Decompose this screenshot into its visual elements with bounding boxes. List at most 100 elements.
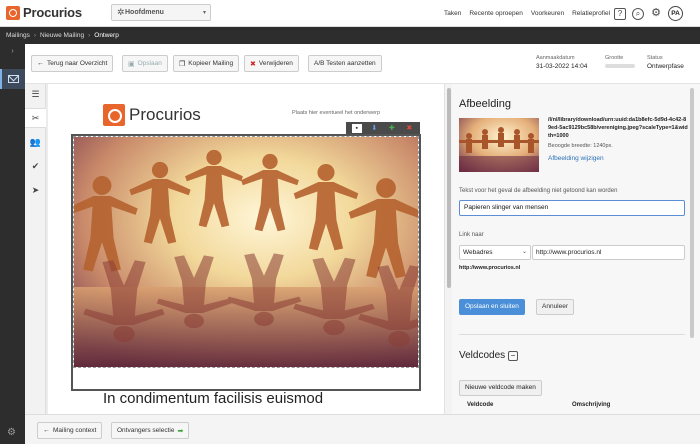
mailing-context-button[interactable]: ← Mailing context: [37, 422, 103, 439]
save-button[interactable]: ▣ Opslaan: [122, 55, 168, 72]
cancel-button[interactable]: Annuleer: [536, 299, 575, 315]
change-image-link[interactable]: Afbeelding wijzigen: [548, 155, 604, 162]
link-voorkeuren[interactable]: Voorkeuren: [531, 10, 564, 17]
brand-logo[interactable]: Procurios: [6, 5, 82, 20]
breadcrumb-new-mailing[interactable]: Nieuwe Mailing: [40, 32, 84, 39]
help-icon[interactable]: ?: [614, 7, 626, 20]
link-label: Link naar: [459, 232, 484, 238]
list-icon[interactable]: ☰: [25, 84, 46, 104]
arrow-right-icon: ➡: [177, 427, 184, 435]
panel-divider: [459, 334, 685, 335]
col-veldcode[interactable]: Veldcode: [459, 402, 572, 414]
image-url: /l/nl/library/download/urn:uuid:da1b8efc…: [548, 117, 688, 139]
link-preview: http://www.procurios.nl: [459, 265, 521, 271]
move-down-icon[interactable]: ⬇: [369, 124, 379, 133]
link-url-input[interactable]: http://www.procurios.nl: [532, 245, 685, 260]
panel-scroll-thumb[interactable]: [690, 88, 694, 338]
paper-chain-image[interactable]: [73, 136, 419, 368]
design-tools-icon[interactable]: ✂: [25, 108, 46, 128]
link-taken[interactable]: Taken: [444, 10, 461, 17]
mail-logo-text: Procurios: [129, 105, 201, 124]
main-menu-label: Hoofdmenu: [125, 9, 164, 16]
thumbnail-image: [459, 118, 539, 172]
recipients-selection-button[interactable]: Ontvangers selectie ➡: [111, 422, 190, 439]
created-meta: Aanmaakdatum 31-03-2022 14:04: [536, 55, 587, 70]
copy-icon: ❐: [179, 60, 186, 68]
ab-test-button[interactable]: A/B Testen aanzetten: [308, 55, 382, 72]
paper-chain-people-image: [74, 137, 418, 367]
image-properties-panel: Afbeelding /l/nl/library/download/urn:uu…: [452, 84, 700, 414]
back-label: Terug naar Overzicht: [47, 60, 108, 67]
created-value: 31-03-2022 14:04: [536, 63, 588, 70]
toolbar: ← Terug naar Overzicht ▣ Opslaan ❐ Kopie…: [25, 44, 700, 84]
size-progress-bar: [605, 64, 635, 68]
settings-gear-icon[interactable]: ⚙: [7, 427, 16, 438]
add-block-icon[interactable]: ✚: [387, 124, 397, 133]
required-width: Beoogde breedte: 1240px.: [548, 143, 613, 149]
delete-label: Verwijderen: [258, 60, 293, 67]
collapse-icon[interactable]: −: [508, 351, 518, 361]
image-edit-icon[interactable]: ▪: [351, 124, 362, 133]
mail-logo[interactable]: Procurios: [103, 104, 201, 126]
copy-mailing-button[interactable]: ❐ Kopieer Mailing: [173, 55, 240, 72]
canvas-scrollbar[interactable]: [444, 84, 452, 414]
envelope-icon: [8, 75, 19, 83]
clipboard-check-icon[interactable]: ✔: [25, 156, 46, 176]
search-icon[interactable]: ⌕: [632, 7, 644, 20]
remove-block-icon[interactable]: ✖: [404, 124, 414, 133]
editor-tool-strip: ☰ ✂ 👥 ✔ ➤: [25, 84, 46, 414]
left-rail: › ⚙: [0, 44, 25, 444]
fieldcodes-table-header: Veldcode Omschrijving: [459, 402, 685, 414]
breadcrumb-separator: ›: [33, 32, 37, 39]
status-meta: Status Ontwerpfase: [647, 55, 684, 70]
status-label: Status: [647, 55, 663, 61]
alt-text-input[interactable]: Papieren slinger van mensen: [459, 200, 685, 216]
arrow-left-icon: ←: [43, 427, 50, 434]
delete-button[interactable]: ✖ Verwijderen: [244, 55, 299, 72]
paper-plane-icon[interactable]: ➤: [25, 180, 46, 200]
chevron-down-icon: ⌄: [521, 249, 527, 255]
size-label: Grootte: [605, 55, 624, 61]
save-label: Opslaan: [137, 60, 162, 67]
floppy-disk-icon: ▣: [128, 60, 135, 68]
chevron-down-icon: ▾: [202, 10, 206, 16]
arrow-left-icon: ←: [37, 60, 44, 67]
panel-scrollbar[interactable]: [688, 84, 696, 414]
top-links: Taken Recente oproepen Voorkeuren Relati…: [444, 10, 610, 17]
avatar[interactable]: PA: [668, 6, 683, 21]
created-label: Aanmaakdatum: [536, 55, 575, 61]
col-omschrijving[interactable]: Omschrijving: [572, 402, 610, 414]
rail-item-mailings[interactable]: [0, 69, 25, 89]
expand-chevron-icon[interactable]: ›: [0, 44, 25, 59]
copy-label: Kopieer Mailing: [188, 60, 234, 67]
procurios-logo-icon: [103, 104, 125, 126]
users-icon[interactable]: 👥: [25, 132, 46, 152]
image-thumbnail: [459, 118, 539, 172]
breadcrumb-mailings[interactable]: Mailings: [6, 32, 30, 39]
editor-canvas: Procurios Plaats hier eventueel het onde…: [46, 84, 444, 414]
mail-heading[interactable]: In condimentum facilisis euismod: [103, 390, 323, 407]
top-bar: Procurios ✲ Hoofdmenu ▾ Taken Recente op…: [0, 0, 700, 27]
alt-text-label: Tekst voor het geval de afbeelding niet …: [459, 188, 618, 194]
subject-hint[interactable]: Plaats hier eventueel het onderwerp: [292, 110, 380, 116]
back-to-overview-button[interactable]: ← Terug naar Overzicht: [31, 55, 114, 72]
delete-x-icon: ✖: [250, 60, 256, 68]
image-block[interactable]: [71, 134, 421, 391]
procurios-logo-icon: [6, 5, 20, 20]
size-meta: Grootte: [605, 55, 635, 68]
canvas-scroll-thumb[interactable]: [447, 88, 451, 288]
bottom-bar: ← Mailing context Ontvangers selectie ➡: [25, 414, 700, 444]
gear-icon[interactable]: ⚙: [650, 7, 662, 20]
brand-name: Procurios: [23, 5, 82, 20]
mail-sheet: Procurios Plaats hier eventueel het onde…: [48, 84, 444, 414]
link-type-select[interactable]: Webadres ⌄: [459, 245, 531, 260]
new-fieldcode-button[interactable]: Nieuwe veldcode maken: [459, 380, 542, 396]
top-icons: ? ⌕ ⚙ PA: [614, 6, 683, 21]
breadcrumb-current: Ontwerp: [94, 32, 119, 39]
link-recente-oproepen[interactable]: Recente oproepen: [469, 10, 523, 17]
save-and-close-button[interactable]: Opslaan en sluiten: [459, 299, 525, 315]
ab-label: A/B Testen aanzetten: [314, 60, 376, 67]
mailing-context-label: Mailing context: [53, 427, 97, 434]
link-relatieprofiel[interactable]: Relatieprofiel: [572, 10, 610, 17]
main-menu-dropdown[interactable]: ✲ Hoofdmenu ▾: [111, 4, 211, 21]
